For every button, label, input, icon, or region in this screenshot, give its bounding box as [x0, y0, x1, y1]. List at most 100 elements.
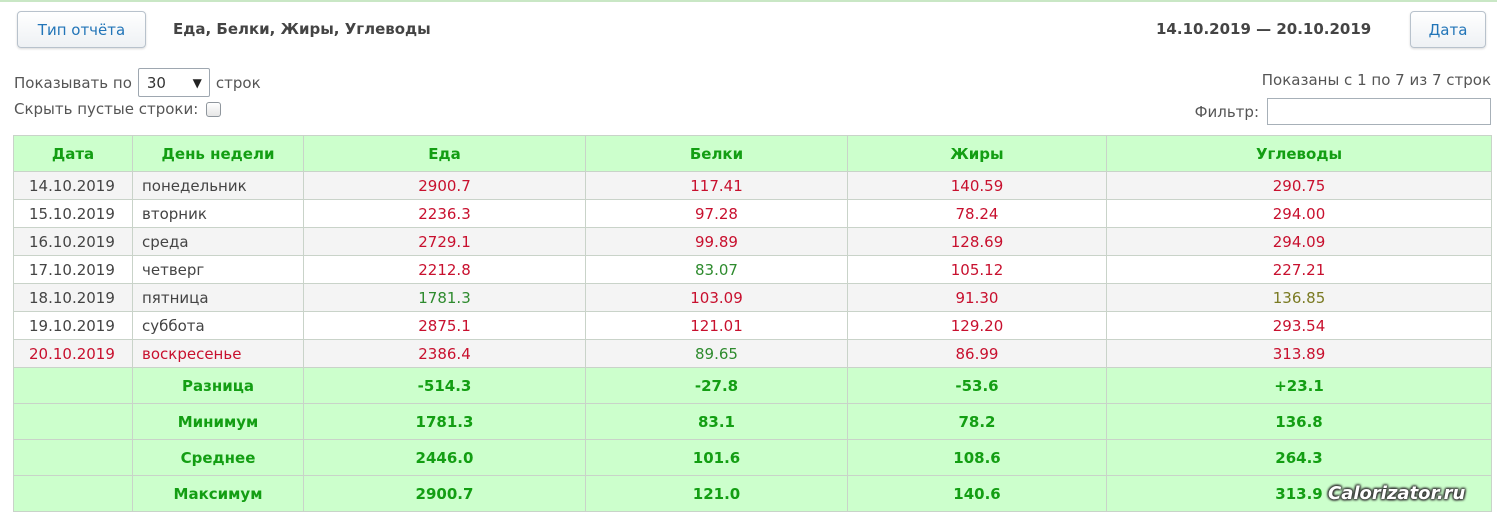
hide-empty-label: Скрыть пустые строки:: [14, 100, 199, 118]
summary-empty-cell: [13, 367, 133, 404]
summary-food: -514.3: [303, 367, 586, 404]
table-row: 18.10.2019 пятница 1781.3 103.09 91.30 1…: [13, 283, 1492, 312]
summary-empty-cell: [13, 403, 133, 440]
summary-fat: -53.6: [847, 367, 1107, 404]
summary-carbs: +23.1: [1106, 367, 1492, 404]
report-type-button[interactable]: Тип отчёта: [17, 11, 146, 48]
cell-fat: 129.20: [847, 311, 1107, 340]
summary-row-difference: Разница -514.3 -27.8 -53.6 +23.1: [13, 367, 1492, 404]
summary-empty-cell: [13, 475, 133, 512]
summary-label: Минимум: [132, 403, 304, 440]
cell-weekday: вторник: [132, 199, 304, 228]
cell-date: 15.10.2019: [13, 199, 133, 228]
filter-input[interactable]: [1267, 98, 1491, 125]
table-row: 15.10.2019 вторник 2236.3 97.28 78.24 29…: [13, 199, 1492, 228]
summary-food: 2446.0: [303, 439, 586, 476]
summary-label: Разница: [132, 367, 304, 404]
watermark-logo: Calorizator.ru: [1328, 483, 1466, 504]
top-border: [0, 0, 1497, 2]
summary-fat: 108.6: [847, 439, 1107, 476]
summary-carbs: 264.3: [1106, 439, 1492, 476]
cell-protein: 99.89: [585, 227, 848, 256]
table-header-row: Дата День недели Еда Белки Жиры Углеводы: [13, 135, 1492, 172]
summary-empty-cell: [13, 439, 133, 476]
summary-food: 1781.3: [303, 403, 586, 440]
cell-carbs: 136.85: [1106, 283, 1492, 312]
summary-row-minimum: Минимум 1781.3 83.1 78.2 136.8: [13, 403, 1492, 440]
cell-weekday: пятница: [132, 283, 304, 312]
cell-food: 2900.7: [303, 171, 586, 200]
cell-food: 2386.4: [303, 339, 586, 368]
filter-control: Фильтр:: [1195, 98, 1491, 125]
cell-date: 17.10.2019: [13, 255, 133, 284]
summary-protein: 121.0: [585, 475, 848, 512]
cell-fat: 105.12: [847, 255, 1107, 284]
date-button[interactable]: Дата: [1410, 11, 1486, 48]
summary-label: Максимум: [132, 475, 304, 512]
summary-fat: 140.6: [847, 475, 1107, 512]
header-food[interactable]: Еда: [303, 135, 586, 172]
cell-date: 19.10.2019: [13, 311, 133, 340]
nutrition-table: Дата День недели Еда Белки Жиры Углеводы…: [13, 135, 1492, 512]
rows-word: строк: [215, 73, 261, 92]
header-date[interactable]: Дата: [13, 135, 133, 172]
summary-protein: 101.6: [585, 439, 848, 476]
cell-date: 18.10.2019: [13, 283, 133, 312]
cell-carbs: 294.00: [1106, 199, 1492, 228]
cell-weekday: среда: [132, 227, 304, 256]
cell-carbs: 313.89: [1106, 339, 1492, 368]
table-row: 20.10.2019 воскресенье 2386.4 89.65 86.9…: [13, 339, 1492, 368]
cell-carbs: 294.09: [1106, 227, 1492, 256]
hide-empty-control: Скрыть пустые строки:: [14, 100, 222, 118]
header-weekday[interactable]: День недели: [132, 135, 304, 172]
report-title: Еда, Белки, Жиры, Углеводы: [173, 20, 431, 38]
summary-food: 2900.7: [303, 475, 586, 512]
summary-protein: -27.8: [585, 367, 848, 404]
cell-weekday: воскресенье: [132, 339, 304, 368]
shown-rows-info: Показаны с 1 по 7 из 7 строк: [1261, 71, 1491, 89]
cell-protein: 89.65: [585, 339, 848, 368]
summary-label: Среднее: [132, 439, 304, 476]
summary-row-average: Среднее 2446.0 101.6 108.6 264.3: [13, 439, 1492, 476]
cell-carbs: 293.54: [1106, 311, 1492, 340]
cell-protein: 103.09: [585, 283, 848, 312]
cell-weekday: понедельник: [132, 171, 304, 200]
cell-food: 2875.1: [303, 311, 586, 340]
filter-label: Фильтр:: [1194, 102, 1259, 121]
cell-protein: 83.07: [585, 255, 848, 284]
cell-fat: 78.24: [847, 199, 1107, 228]
header-fat[interactable]: Жиры: [847, 135, 1107, 172]
cell-date: 16.10.2019: [13, 227, 133, 256]
cell-weekday: суббота: [132, 311, 304, 340]
summary-fat: 78.2: [847, 403, 1107, 440]
summary-protein: 83.1: [585, 403, 848, 440]
cell-food: 2729.1: [303, 227, 586, 256]
cell-carbs: 290.75: [1106, 171, 1492, 200]
cell-protein: 117.41: [585, 171, 848, 200]
cell-date: 14.10.2019: [13, 171, 133, 200]
hide-empty-checkbox[interactable]: [206, 101, 222, 117]
cell-protein: 97.28: [585, 199, 848, 228]
cell-weekday: четверг: [132, 255, 304, 284]
page-size-select[interactable]: 30 ▼: [137, 68, 210, 97]
cell-fat: 140.59: [847, 171, 1107, 200]
page-size-control: Показывать по 30 ▼ строк: [14, 68, 261, 97]
dropdown-arrow-icon: ▼: [192, 75, 202, 90]
cell-food: 2212.8: [303, 255, 586, 284]
summary-carbs: 136.8: [1106, 403, 1492, 440]
page-size-value: 30: [146, 73, 166, 92]
cell-protein: 121.01: [585, 311, 848, 340]
header-carbs[interactable]: Углеводы: [1106, 135, 1492, 172]
cell-food: 2236.3: [303, 199, 586, 228]
cell-fat: 86.99: [847, 339, 1107, 368]
date-range: 14.10.2019 — 20.10.2019: [1156, 20, 1372, 38]
cell-date: 20.10.2019: [13, 339, 133, 368]
table-row: 19.10.2019 суббота 2875.1 121.01 129.20 …: [13, 311, 1492, 340]
table-row: 17.10.2019 четверг 2212.8 83.07 105.12 2…: [13, 255, 1492, 284]
cell-food: 1781.3: [303, 283, 586, 312]
header-protein[interactable]: Белки: [585, 135, 848, 172]
summary-row-maximum: Максимум 2900.7 121.0 140.6 313.9: [13, 475, 1492, 512]
cell-fat: 128.69: [847, 227, 1107, 256]
cell-carbs: 227.21: [1106, 255, 1492, 284]
table-row: 14.10.2019 понедельник 2900.7 117.41 140…: [13, 171, 1492, 200]
